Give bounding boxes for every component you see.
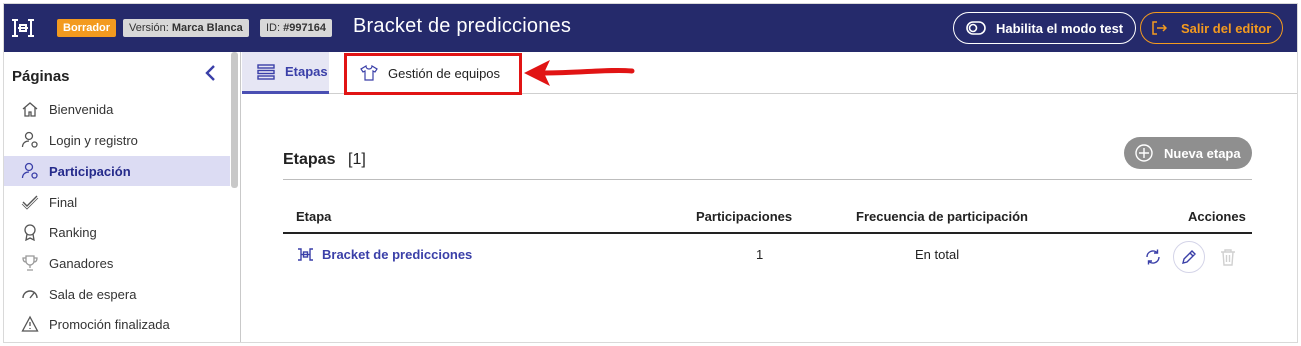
sidebar-item-ganadores[interactable]: Ganadores — [4, 248, 230, 278]
page-title: Bracket de predicciones — [353, 15, 572, 37]
gauge-icon — [21, 285, 39, 303]
column-header-participaciones: Participaciones — [696, 209, 793, 224]
annotation-arrow-icon — [524, 60, 635, 86]
list-icon — [257, 63, 275, 80]
id-badge: ID: #997164 — [260, 19, 332, 37]
annotation-highlight-box — [344, 53, 522, 95]
bracket-logo-icon[interactable] — [10, 15, 36, 41]
new-stage-button[interactable]: Nueva etapa — [1124, 137, 1252, 169]
section-count: [1] — [348, 151, 366, 168]
sidebar-item-label: Bienvenida — [49, 101, 114, 117]
check-icon — [21, 193, 39, 211]
medal-icon — [21, 223, 39, 241]
bracket-icon — [298, 248, 313, 261]
sidebar-item-label: Final — [49, 194, 78, 210]
frequency-value: En total — [915, 247, 960, 262]
version-badge: Versión: Marca Blanca — [123, 19, 249, 37]
sidebar-item-login[interactable]: Login y registro — [4, 125, 230, 155]
test-mode-label: Habilita el modo test — [996, 20, 1124, 36]
sidebar-item-label: Ganadores — [49, 255, 114, 271]
sidebar-item-ranking[interactable]: Ranking — [4, 217, 230, 247]
chevron-left-icon[interactable] — [204, 64, 218, 82]
section-divider — [283, 179, 1252, 180]
sidebar-item-label: Login y registro — [49, 132, 138, 148]
home-icon — [21, 100, 39, 118]
section-title: Etapas — [283, 151, 336, 168]
stage-name: Bracket de predicciones — [322, 247, 473, 262]
exit-editor-label: Salir del editor — [1181, 20, 1272, 36]
table-header-divider — [283, 232, 1252, 234]
plus-circle-icon — [1135, 144, 1153, 162]
warning-icon — [21, 315, 39, 333]
toggle-icon — [966, 21, 986, 35]
top-bar: Borrador Versión: Marca Blanca ID: #9971… — [4, 4, 1297, 52]
pencil-icon — [1182, 250, 1196, 264]
exit-editor-button[interactable]: Salir del editor — [1140, 12, 1283, 44]
sidebar-item-label: Sala de espera — [49, 286, 137, 302]
edit-button[interactable] — [1173, 241, 1205, 273]
sidebar-title: Páginas — [12, 68, 70, 85]
participations-value: 1 — [756, 247, 764, 262]
sidebar-item-participacion[interactable]: Participación — [4, 156, 230, 186]
sidebar-item-promocion-finalizada[interactable]: Promoción finalizada — [4, 309, 230, 339]
delete-button[interactable] — [1212, 241, 1244, 273]
id-label: ID: — [266, 22, 281, 34]
refresh-button[interactable] — [1137, 241, 1169, 273]
table-row-stage-link[interactable]: Bracket de predicciones — [297, 247, 472, 262]
tab-label: Etapas — [285, 64, 328, 79]
column-header-acciones: Acciones — [1188, 209, 1246, 224]
trophy-icon — [21, 254, 39, 272]
test-mode-button[interactable]: Habilita el modo test — [953, 12, 1136, 44]
sidebar-item-sala-espera[interactable]: Sala de espera — [4, 279, 230, 309]
version-label: Versión: — [129, 22, 169, 34]
refresh-icon — [1146, 249, 1160, 265]
exit-icon — [1152, 21, 1167, 35]
column-header-frecuencia: Frecuencia de participación — [856, 209, 1028, 224]
trash-icon — [1221, 249, 1235, 266]
user-gear-icon — [21, 131, 39, 149]
new-stage-label: Nueva etapa — [1164, 145, 1241, 161]
sidebar-item-bienvenida[interactable]: Bienvenida — [4, 94, 230, 124]
column-header-etapa: Etapa — [296, 209, 332, 224]
version-value: Marca Blanca — [171, 22, 243, 34]
draft-badge: Borrador — [57, 19, 117, 37]
id-value: #997164 — [283, 22, 326, 34]
user-gear-icon — [21, 162, 39, 180]
editor-window: Borrador Versión: Marca Blanca ID: #9971… — [3, 3, 1298, 343]
sidebar-item-label: Participación — [49, 163, 131, 179]
sidebar-item-final[interactable]: Final — [4, 187, 230, 217]
sidebar-scrollbar[interactable] — [231, 52, 238, 188]
sidebar-item-label: Ranking — [49, 224, 97, 240]
tab-etapas[interactable]: Etapas — [242, 52, 329, 94]
pages-sidebar: Páginas Bienvenida Login y registro Part… — [4, 52, 241, 342]
sidebar-item-label: Promoción finalizada — [49, 316, 170, 332]
